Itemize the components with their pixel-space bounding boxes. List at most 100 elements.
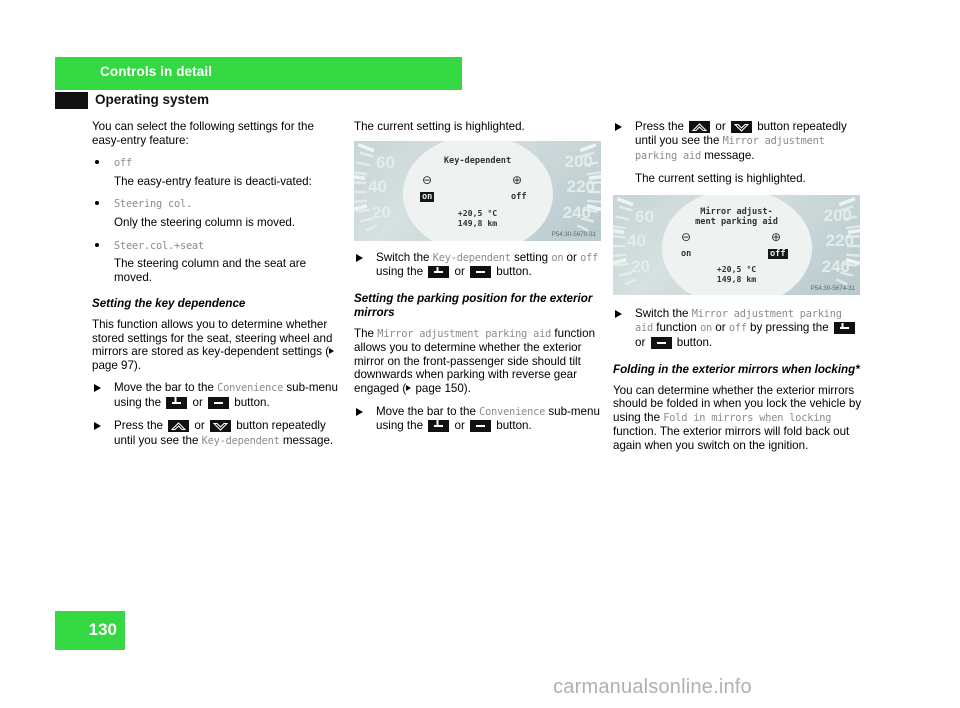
step-text: Press the — [635, 120, 688, 133]
page-number-box: 130 — [55, 611, 125, 650]
bullet-icon — [95, 242, 99, 247]
body-text: This function allows you to determine wh… — [92, 317, 333, 359]
figure-caption: The current setting is highlighted. — [635, 172, 806, 186]
instruction-step: Move the bar to the Convenience sub-menu… — [354, 405, 604, 434]
list-item: Steer.col.+seat — [92, 239, 342, 254]
step-text: button. — [673, 335, 713, 349]
step-triangle-icon — [615, 123, 622, 131]
folding-mirrors-body: You can determine whether the exterior m… — [613, 384, 863, 453]
chapter-header-bar: Controls in detail — [55, 57, 462, 90]
display-value-off: off — [511, 191, 527, 202]
speed-tick-40: 40 — [627, 230, 646, 250]
plus-circle-icon: ⊕ — [771, 229, 782, 244]
page-ref-icon — [329, 348, 335, 355]
setting-description: The steering column and the seat are mov… — [114, 257, 307, 284]
page-ref-text: page 97). — [92, 358, 141, 372]
value-off: off — [580, 251, 599, 264]
page-number: 130 — [88, 620, 117, 639]
step-text: Move the bar to the — [114, 381, 218, 395]
display-value-on-highlighted: on — [420, 191, 435, 202]
step-text: or — [191, 419, 208, 433]
step-text: message. — [701, 148, 755, 162]
setting-description: The easy-entry feature is deacti-vated: — [114, 174, 312, 188]
figure-reference-code: P54.30-5674-31 — [810, 284, 856, 292]
bullet-icon — [95, 201, 99, 206]
step-text: or — [451, 418, 469, 432]
step-text: by pressing the — [746, 321, 832, 335]
plus-button-icon — [428, 266, 450, 278]
speed-tick-40: 40 — [368, 176, 387, 196]
section-marker-tab — [55, 92, 88, 109]
cluster-figure-mirror-parking-aid: 60 40 20 200 220 240 Mirror adjust- ment… — [613, 194, 860, 295]
figure-caption: The current setting is highlighted. — [354, 120, 525, 133]
page-ref-icon — [406, 384, 412, 391]
display-odometer: 149,8 km — [716, 273, 757, 284]
message-code: Key-dependent — [201, 434, 280, 447]
step-text: Switch the — [376, 250, 433, 264]
instruction-step: Move the bar to the Convenience sub-menu… — [92, 381, 342, 410]
subheading-folding-mirrors: Folding in the exterior mirrors when loc… — [613, 363, 860, 377]
section-title: Operating system — [95, 92, 210, 107]
step-text: using the — [376, 265, 427, 278]
step-text: button. — [493, 265, 532, 278]
minus-circle-icon: ⊖ — [681, 229, 692, 244]
step-text: message. — [279, 433, 334, 447]
step-text: Press the — [114, 419, 167, 433]
minus-button-icon — [650, 336, 672, 349]
page-ref-text: page 150). — [412, 381, 471, 395]
column-two: The current setting is highlighted. 60 4… — [354, 120, 604, 442]
step-text: or — [451, 265, 469, 278]
column-one: You can select the following settings fo… — [92, 120, 342, 457]
setting-code: Key-dependent — [432, 251, 511, 264]
bullet-icon — [95, 160, 99, 165]
chapter-title: Controls in detail — [100, 64, 213, 79]
step-text: Move the bar to the — [376, 404, 480, 418]
display-title-line2: ment parking aid — [695, 216, 778, 227]
minus-button-icon — [470, 266, 492, 278]
step-triangle-icon — [356, 253, 363, 262]
setting-code: Steering col. — [114, 198, 192, 211]
plus-button-icon — [166, 396, 188, 409]
up-button-icon — [689, 121, 711, 133]
up-button-icon — [168, 420, 190, 433]
function-code: Fold in mirrors when locking — [663, 411, 832, 424]
parking-position-body: The Mirror adjustment parking aid functi… — [354, 327, 604, 396]
setting-code: off — [114, 157, 132, 170]
body-text: function. The exterior mirrors will fold… — [613, 425, 850, 452]
instruction-step: Switch the Key-dependent setting on or o… — [354, 251, 604, 280]
menu-code: Convenience — [479, 405, 546, 418]
step-triangle-icon — [94, 422, 101, 431]
display-title: Key-dependent — [443, 155, 512, 166]
instruction-step: Press the or button repeatedly until you… — [613, 120, 863, 163]
speed-tick-220: 220 — [825, 230, 854, 250]
value-off: off — [728, 322, 747, 335]
speed-tick-220: 220 — [566, 176, 595, 196]
cluster-figure-key-dependent: 60 40 20 200 220 240 Key-dependent ⊖ ⊕ o… — [354, 140, 601, 241]
display-value-on: on — [681, 248, 692, 259]
value-on: on — [700, 322, 713, 335]
figure-reference-code: P54.30-5670-31 — [551, 230, 597, 238]
instruction-step: Switch the Mirror adjustment parking aid… — [613, 307, 863, 350]
step-text: setting — [510, 250, 552, 264]
step-triangle-icon — [356, 407, 363, 416]
subheading-parking-position: Setting the parking position for the ext… — [354, 292, 593, 319]
step-text: or — [712, 321, 729, 335]
subheading-key-dependence: Setting the key dependence — [92, 297, 246, 311]
menu-code: Convenience — [217, 382, 284, 395]
easy-entry-intro: You can select the following settings fo… — [92, 120, 314, 147]
step-text: button. — [231, 395, 270, 409]
down-button-icon — [730, 121, 752, 133]
setting-code: Steer.col.+seat — [114, 239, 204, 252]
down-button-icon — [209, 420, 231, 433]
step-text: function — [653, 321, 701, 335]
step-text: or — [712, 120, 729, 133]
value-on: on — [551, 251, 564, 264]
minus-button-icon — [208, 396, 230, 409]
plus-button-icon — [833, 322, 855, 335]
key-dependence-body: This function allows you to determine wh… — [92, 318, 342, 372]
display-temperature: +20,5 °C — [457, 207, 498, 218]
plus-button-icon — [428, 419, 450, 432]
step-text: button. — [493, 418, 532, 432]
list-item: off — [92, 156, 342, 171]
minus-circle-icon: ⊖ — [422, 172, 433, 187]
